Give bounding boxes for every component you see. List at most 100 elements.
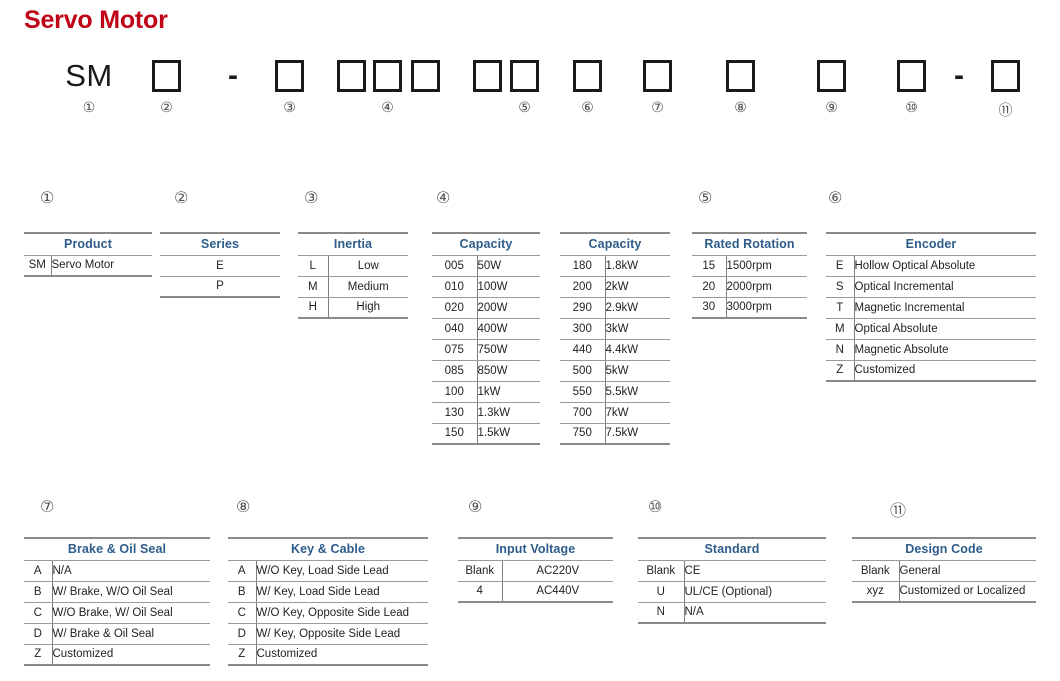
model-code-box	[991, 60, 1020, 92]
spec-value-cell: General	[899, 559, 1036, 582]
spec-code-cell: Blank	[852, 559, 900, 582]
model-code-segment: SM	[58, 60, 120, 92]
model-code-segment	[573, 60, 602, 92]
table-row: 4 AC440V	[458, 580, 613, 603]
spec-code-cell: 15	[692, 254, 727, 277]
spec-code-cell: 290	[560, 296, 606, 319]
spec-code-cell: L	[298, 254, 329, 277]
spec-value-cell: 7kW	[605, 401, 670, 424]
model-code-segment	[643, 60, 672, 92]
spec-value-cell: Customized	[256, 643, 428, 666]
section-index-marker: ①	[40, 188, 55, 207]
spec-code-cell: 4	[458, 580, 503, 603]
spec-value-cell: 1.5kW	[477, 422, 540, 445]
model-code-separator: -	[228, 59, 238, 92]
table-row: Blank CE	[638, 559, 826, 582]
table-row: Blank AC220V	[458, 559, 613, 582]
spec-table-header: Capacity	[560, 232, 670, 256]
table-row: 550 5.5kW	[560, 380, 670, 403]
spec-code-cell: 700	[560, 401, 606, 424]
spec-code-cell: SM	[24, 254, 52, 277]
model-code-segment	[411, 60, 440, 92]
spec-value-cell: Customized or Localized	[899, 580, 1036, 603]
spec-value-cell: 750W	[477, 338, 540, 361]
spec-value-cell: W/ Key, Load Side Lead	[256, 580, 428, 603]
model-code-index-marker: ⑤	[518, 100, 531, 116]
section-index-marker: ⑪	[890, 501, 907, 520]
spec-value-cell: Customized	[52, 643, 210, 666]
spec-code-cell: Z	[228, 643, 257, 666]
table-row: D W/ Key, Opposite Side Lead	[228, 622, 428, 645]
spec-code-cell: Z	[826, 359, 855, 382]
spec-value-cell: 50W	[477, 254, 540, 277]
model-code-prefix: SM	[65, 58, 113, 93]
model-code-index-marker: ⑨	[825, 100, 838, 116]
spec-table-header: Inertia	[298, 232, 408, 256]
table-row: E	[160, 254, 280, 277]
model-code-segment	[337, 60, 366, 92]
section-index-marker: ⑧	[236, 497, 251, 516]
model-code-segment	[726, 60, 755, 92]
table-row: 20 2000rpm	[692, 275, 807, 298]
table-row: 100 1kW	[432, 380, 540, 403]
spec-code-cell: 440	[560, 338, 606, 361]
model-code-index-marker: ④	[381, 100, 394, 116]
spec-code-cell: 500	[560, 359, 606, 382]
model-code-index-marker: ⑪	[998, 103, 1013, 119]
table-row: 150 1.5kW	[432, 422, 540, 445]
spec-table-header: Rated Rotation	[692, 232, 807, 256]
model-code-index-marker: ③	[283, 100, 296, 116]
spec-value-cell: W/O Key, Load Side Lead	[256, 559, 428, 582]
spec-code-cell: 150	[432, 422, 478, 445]
spec-code-cell: A	[228, 559, 257, 582]
table-row: 440 4.4kW	[560, 338, 670, 361]
spec-table: Standard Blank CE U UL/CE (Optional) N N/A	[638, 537, 826, 624]
spec-value-cell: E	[160, 254, 280, 277]
spec-value-cell: W/ Key, Opposite Side Lead	[256, 622, 428, 645]
model-code-segment	[991, 60, 1020, 92]
spec-value-cell: N/A	[52, 559, 210, 582]
spec-table: Inertia L Low M Medium H High	[298, 232, 408, 319]
table-row: E Hollow Optical Absolute	[826, 254, 1036, 277]
spec-value-cell: AC220V	[502, 559, 613, 582]
spec-code-cell: B	[228, 580, 257, 603]
model-code-box	[643, 60, 672, 92]
table-row: C W/O Key, Opposite Side Lead	[228, 601, 428, 624]
section-index-marker: ⑨	[468, 497, 483, 516]
model-code-segment: -	[950, 60, 968, 92]
spec-value-cell: Servo Motor	[51, 254, 152, 277]
spec-value-cell: UL/CE (Optional)	[684, 580, 826, 603]
spec-table-header: Design Code	[852, 537, 1036, 561]
table-row: 130 1.3kW	[432, 401, 540, 424]
section-index-marker: ⑥	[828, 188, 843, 207]
table-row: 300 3kW	[560, 317, 670, 340]
spec-code-cell: E	[826, 254, 855, 277]
table-row: 15 1500rpm	[692, 254, 807, 277]
spec-value-cell: CE	[684, 559, 826, 582]
spec-value-cell: Optical Incremental	[854, 275, 1036, 298]
model-code-segment	[897, 60, 926, 92]
model-code-index-marker: ②	[160, 100, 173, 116]
spec-table-header: Capacity	[432, 232, 540, 256]
spec-code-cell: 200	[560, 275, 606, 298]
table-row: SM Servo Motor	[24, 254, 152, 277]
spec-code-cell: N	[826, 338, 855, 361]
table-row: Blank General	[852, 559, 1036, 582]
spec-value-cell: 2000rpm	[726, 275, 807, 298]
section-index-marker: ⑩	[648, 497, 663, 516]
spec-code-cell: 300	[560, 317, 606, 340]
table-row: A N/A	[24, 559, 210, 582]
table-row: U UL/CE (Optional)	[638, 580, 826, 603]
spec-table: Capacity 180 1.8kW 200 2kW 290 2.9kW 300 3kW 440 4…	[560, 232, 670, 445]
spec-value-cell: Magnetic Incremental	[854, 296, 1036, 319]
spec-code-cell: 130	[432, 401, 478, 424]
spec-value-cell: W/ Brake & Oil Seal	[52, 622, 210, 645]
table-row: 750 7.5kW	[560, 422, 670, 445]
model-code-box	[573, 60, 602, 92]
spec-table-header: Brake & Oil Seal	[24, 537, 210, 561]
spec-value-cell: 1500rpm	[726, 254, 807, 277]
spec-table-header: Series	[160, 232, 280, 256]
spec-value-cell: N/A	[684, 601, 826, 624]
table-row: 040 400W	[432, 317, 540, 340]
section-index-marker: ⑤	[698, 188, 713, 207]
